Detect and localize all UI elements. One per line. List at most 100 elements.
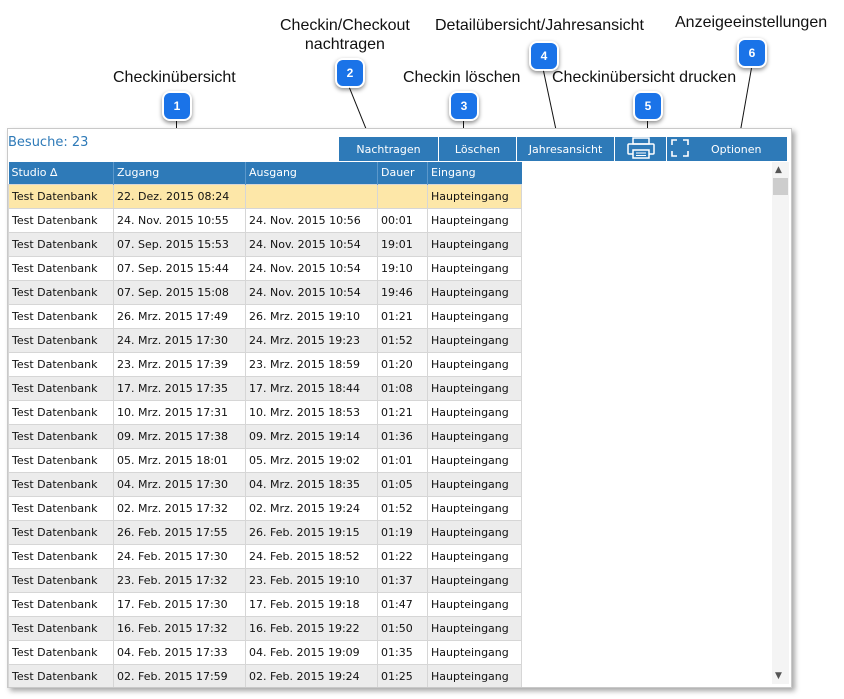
toolbar: Nachtragen Löschen Jahresansicht Optione… — [339, 136, 787, 162]
table-row[interactable]: Test Datenbank 26. Mrz. 2015 17:49 26. Mrz… — [8, 303, 522, 329]
table-cell: Haupteingang — [427, 183, 522, 209]
col-eingang[interactable]: Eingang — [427, 162, 522, 184]
table-cell: 02. Mrz. 2015 19:24 — [245, 495, 378, 521]
table-row[interactable]: Test Datenbank 02. Feb. 2015 17:59 02. Feb… — [8, 663, 522, 687]
table-row[interactable]: Test Datenbank 24. Mrz. 2015 17:30 24. Mrz… — [8, 327, 522, 353]
table-cell: 01:47 — [377, 591, 428, 617]
table-cell: 04. Mrz. 2015 18:35 — [245, 471, 378, 497]
table-cell: 09. Mrz. 2015 17:38 — [113, 423, 246, 449]
table-row[interactable]: Test Datenbank 23. Mrz. 2015 17:39 23. Mrz… — [8, 351, 522, 377]
table-cell: 01:50 — [377, 615, 428, 641]
table-cell: 26. Mrz. 2015 19:10 — [245, 303, 378, 329]
table-row[interactable]: Test Datenbank 05. Mrz. 2015 18:01 05. Mrz… — [8, 447, 522, 473]
table-cell: 24. Feb. 2015 18:52 — [245, 543, 378, 569]
table-row[interactable]: Test Datenbank 04. Mrz. 2015 17:30 04. Mrz… — [8, 471, 522, 497]
table-cell: 23. Mrz. 2015 17:39 — [113, 351, 246, 377]
table-cell: 01:52 — [377, 495, 428, 521]
options-button[interactable]: Optionen — [667, 137, 787, 161]
table-cell: 17. Mrz. 2015 17:35 — [113, 375, 246, 401]
table-cell: 23. Feb. 2015 17:32 — [113, 567, 246, 593]
table-cell: Test Datenbank — [8, 615, 114, 641]
table-cell: Haupteingang — [427, 567, 522, 593]
scroll-up-icon[interactable]: ▲ — [775, 165, 782, 175]
table-cell: 00:01 — [377, 207, 428, 233]
add-button[interactable]: Nachtragen — [339, 137, 439, 161]
table-cell: Test Datenbank — [8, 543, 114, 569]
col-ausgang[interactable]: Ausgang — [245, 162, 378, 184]
table-cell: 26. Feb. 2015 19:15 — [245, 519, 378, 545]
col-dauer[interactable]: Dauer — [377, 162, 428, 184]
table-cell: Test Datenbank — [8, 375, 114, 401]
table-cell: Haupteingang — [427, 543, 522, 569]
table-cell: Haupteingang — [427, 447, 522, 473]
print-button[interactable] — [615, 136, 667, 162]
table-cell: 24. Nov. 2015 10:54 — [245, 255, 378, 281]
table-row[interactable]: Test Datenbank 24. Nov. 2015 10:55 24. Nov… — [8, 207, 522, 233]
table-row[interactable]: Test Datenbank 17. Mrz. 2015 17:35 17. Mrz… — [8, 375, 522, 401]
callout-badge-3: 3 — [449, 91, 479, 121]
table-cell: Test Datenbank — [8, 231, 114, 257]
table-row[interactable]: Test Datenbank 02. Mrz. 2015 17:32 02. Mrz… — [8, 495, 522, 521]
table-cell: Haupteingang — [427, 255, 522, 281]
table-cell: 02. Feb. 2015 17:59 — [113, 663, 246, 687]
table-cell: 04. Feb. 2015 17:33 — [113, 639, 246, 665]
table-row[interactable]: Test Datenbank 24. Feb. 2015 17:30 24. Feb… — [8, 543, 522, 569]
delete-button[interactable]: Löschen — [439, 137, 517, 161]
table-cell: 17. Feb. 2015 17:30 — [113, 591, 246, 617]
callout-label-3: Checkin löschen — [403, 69, 521, 86]
table-row[interactable]: Test Datenbank 09. Mrz. 2015 17:38 09. Mrz… — [8, 423, 522, 449]
table-row[interactable]: Test Datenbank 07. Sep. 2015 15:44 24. Nov… — [8, 255, 522, 281]
table-cell: 19:46 — [377, 279, 428, 305]
year-view-button[interactable]: Jahresansicht — [517, 137, 615, 161]
table-cell: 24. Nov. 2015 10:56 — [245, 207, 378, 233]
scroll-thumb[interactable] — [773, 178, 788, 195]
table-cell: 24. Mrz. 2015 19:23 — [245, 327, 378, 353]
table-row[interactable]: Test Datenbank 26. Feb. 2015 17:55 26. Feb… — [8, 519, 522, 545]
table-row[interactable]: Test Datenbank 10. Mrz. 2015 17:31 10. Mrz… — [8, 399, 522, 425]
table-cell: 26. Mrz. 2015 17:49 — [113, 303, 246, 329]
table-row[interactable]: Test Datenbank 23. Feb. 2015 17:32 23. Feb… — [8, 567, 522, 593]
table-cell: Test Datenbank — [8, 183, 114, 209]
vertical-scrollbar[interactable]: ▲ ▼ — [772, 162, 789, 684]
table-cell: Test Datenbank — [8, 567, 114, 593]
callout-label-5: Checkinübersicht drucken — [552, 69, 737, 86]
table-cell — [377, 183, 428, 209]
table-cell: Test Datenbank — [8, 399, 114, 425]
table-row[interactable]: Test Datenbank 16. Feb. 2015 17:32 16. Feb… — [8, 615, 522, 641]
table-row[interactable]: Test Datenbank 07. Sep. 2015 15:08 24. Nov… — [8, 279, 522, 305]
table-cell: Haupteingang — [427, 615, 522, 641]
table-cell: Test Datenbank — [8, 255, 114, 281]
table-cell: Haupteingang — [427, 663, 522, 687]
table-cell: 04. Mrz. 2015 17:30 — [113, 471, 246, 497]
table-cell: 02. Feb. 2015 19:24 — [245, 663, 378, 687]
table-cell: 05. Mrz. 2015 19:02 — [245, 447, 378, 473]
table-cell: Haupteingang — [427, 207, 522, 233]
table-row[interactable]: Test Datenbank 17. Feb. 2015 17:30 17. Feb… — [8, 591, 522, 617]
table-cell: 19:01 — [377, 231, 428, 257]
table-row[interactable]: Test Datenbank 07. Sep. 2015 15:53 24. Nov… — [8, 231, 522, 257]
table-row[interactable]: Test Datenbank 22. Dez. 2015 08:24 Hauptei… — [8, 183, 522, 209]
scroll-down-icon[interactable]: ▼ — [775, 671, 782, 681]
callout-label-4: Detailübersicht/Jahresansicht — [435, 17, 644, 34]
table-cell: 02. Mrz. 2015 17:32 — [113, 495, 246, 521]
table-cell: Test Datenbank — [8, 279, 114, 305]
callout-badge-1: 1 — [162, 91, 192, 121]
table-cell: Test Datenbank — [8, 303, 114, 329]
table-row[interactable]: Test Datenbank 04. Feb. 2015 17:33 04. Feb… — [8, 639, 522, 665]
table-cell: 23. Feb. 2015 19:10 — [245, 567, 378, 593]
table-cell: Haupteingang — [427, 303, 522, 329]
table-cell — [245, 183, 378, 209]
table-cell: Test Datenbank — [8, 519, 114, 545]
table-cell: Test Datenbank — [8, 663, 114, 687]
table-cell: 01:25 — [377, 663, 428, 687]
table-cell: Haupteingang — [427, 639, 522, 665]
col-zugang[interactable]: Zugang — [113, 162, 246, 184]
table-cell: 01:22 — [377, 543, 428, 569]
table-cell: 05. Mrz. 2015 18:01 — [113, 447, 246, 473]
callout-label-6: Anzeigeeinstellungen — [675, 14, 828, 31]
printer-icon — [625, 136, 657, 162]
table-cell: 22. Dez. 2015 08:24 — [113, 183, 246, 209]
table-cell: 16. Feb. 2015 17:32 — [113, 615, 246, 641]
col-studio[interactable]: Studio ∆ — [8, 162, 114, 184]
table-cell: 01:05 — [377, 471, 428, 497]
